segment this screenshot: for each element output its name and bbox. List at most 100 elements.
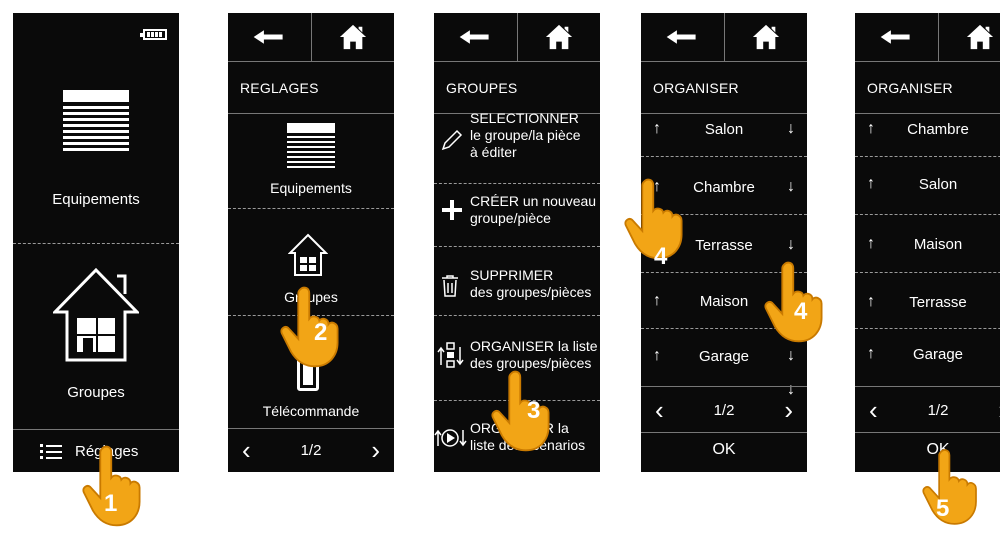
list-item: ↑Chambre↓ (855, 119, 1000, 139)
home-icon (545, 23, 573, 51)
trash-icon (440, 274, 460, 298)
list-icon (40, 444, 62, 460)
hand-pointer-icon: 5 (922, 445, 982, 529)
back-button[interactable] (855, 13, 938, 61)
menu-text: CRÉER un nouveaugroupe/pièce (470, 193, 596, 227)
blind-icon (287, 123, 335, 174)
home-icon (966, 23, 994, 51)
page-indicator: 1/2 (928, 402, 949, 419)
page-title: GROUPES (434, 62, 600, 114)
divider (13, 243, 179, 244)
page-title: REGLAGES (228, 62, 394, 114)
list-item: ↑Garage↓ (641, 346, 807, 366)
home-button[interactable] (517, 13, 601, 61)
divider (855, 386, 1000, 387)
divider (641, 386, 807, 387)
divider (641, 156, 807, 157)
scenario-sort-icon (434, 426, 468, 450)
sort-list-icon (436, 341, 466, 369)
home-button[interactable] (724, 13, 808, 61)
blind-icon (63, 90, 129, 159)
step-number: 1 (104, 490, 117, 518)
back-button[interactable] (434, 13, 517, 61)
step-number: 5 (936, 495, 949, 523)
prev-page-button[interactable]: ‹ (242, 437, 251, 463)
back-arrow-icon (458, 28, 492, 46)
list-item: ↑Garage↓ (855, 344, 1000, 364)
groupes-label[interactable]: Groupes (13, 384, 179, 401)
hand-pointer-icon: 4 (764, 258, 828, 346)
page-title: ORGANISER (855, 62, 1000, 114)
divider (855, 328, 1000, 329)
screen-organiser-result: ORGANISER ↑Chambre↓ ↑Salon↓ ↑Maison↓ ↑Te… (855, 13, 1000, 472)
list-item: ↑Salon↓ (641, 119, 807, 139)
move-down-arrow-icon[interactable]: ↓ (787, 236, 795, 254)
home-button[interactable] (311, 13, 395, 61)
step-number: 2 (314, 319, 327, 347)
move-up-arrow-icon[interactable]: ↑ (653, 292, 661, 310)
ok-button[interactable]: OK (641, 441, 807, 459)
top-bar (855, 13, 1000, 62)
move-up-arrow-icon[interactable]: ↑ (867, 235, 875, 253)
prev-page-button[interactable]: ‹ (869, 397, 878, 423)
move-up-arrow-icon[interactable]: ↑ (867, 293, 875, 311)
battery-icon (143, 29, 167, 40)
pager: ‹ 1/2 › (855, 388, 1000, 432)
house-icon (53, 268, 139, 367)
back-arrow-icon (879, 28, 913, 46)
top-bar (434, 13, 600, 62)
list-item: ↑Maison↓ (855, 234, 1000, 254)
telecommande-label[interactable]: Télécommande (228, 403, 394, 419)
menu-text: SELECTIONNERle groupe/la pièceà éditer (470, 110, 581, 161)
back-arrow-icon (252, 28, 286, 46)
divider (855, 214, 1000, 215)
move-up-arrow-icon[interactable]: ↑ (653, 347, 661, 365)
pager: ‹ 1/2 › (641, 388, 807, 432)
move-down-arrow-icon[interactable]: ↓ (787, 120, 795, 138)
page-indicator: 1/2 (714, 402, 735, 419)
move-up-arrow-icon[interactable]: ↑ (867, 345, 875, 363)
move-up-arrow-icon[interactable]: ↑ (867, 120, 875, 138)
back-button[interactable] (228, 13, 311, 61)
move-down-arrow-icon[interactable]: ↓ (787, 347, 795, 365)
hand-pointer-icon: 2 (280, 283, 344, 371)
home-icon (339, 23, 367, 51)
step-number: 4 (654, 243, 667, 271)
divider (434, 246, 600, 247)
list-item: ↑Terrasse↓ (855, 292, 1000, 312)
divider (855, 156, 1000, 157)
divider (434, 315, 600, 316)
divider (855, 432, 1000, 433)
next-page-button[interactable]: › (371, 437, 380, 463)
top-bar (228, 13, 394, 62)
move-up-arrow-icon[interactable]: ↑ (867, 175, 875, 193)
move-down-arrow-icon[interactable]: ↓ (787, 178, 795, 196)
top-bar (641, 13, 807, 62)
page-indicator: 1/2 (301, 442, 322, 459)
hand-pointer-icon: 3 (491, 367, 555, 455)
home-button[interactable] (938, 13, 1000, 61)
equipements-label[interactable]: Equipements (228, 180, 394, 196)
menu-text: SUPPRIMERdes groupes/pièces (470, 267, 591, 301)
divider (228, 208, 394, 209)
pencil-icon (440, 128, 464, 152)
divider (641, 432, 807, 433)
divider (434, 183, 600, 184)
move-up-arrow-icon[interactable]: ↑ (653, 120, 661, 138)
back-button[interactable] (641, 13, 724, 61)
step-number: 4 (794, 298, 807, 326)
screen-reglages: REGLAGES Equipements Groupes Télécommand… (228, 13, 394, 472)
plus-icon (440, 198, 464, 222)
page-title: ORGANISER (641, 62, 807, 114)
hand-pointer-icon: 4 (624, 175, 688, 263)
screen-main-menu: Equipements Groupes Réglages (13, 13, 179, 472)
pager: ‹ 1/2 › (228, 428, 394, 472)
house-icon (288, 233, 328, 282)
next-page-button[interactable]: › (784, 397, 793, 423)
list-item: ↑Salon↓ (855, 174, 1000, 194)
divider (855, 272, 1000, 273)
back-arrow-icon (665, 28, 699, 46)
hand-pointer-icon: 1 (82, 442, 146, 530)
prev-page-button[interactable]: ‹ (655, 397, 664, 423)
equipements-label[interactable]: Equipements (13, 191, 179, 208)
